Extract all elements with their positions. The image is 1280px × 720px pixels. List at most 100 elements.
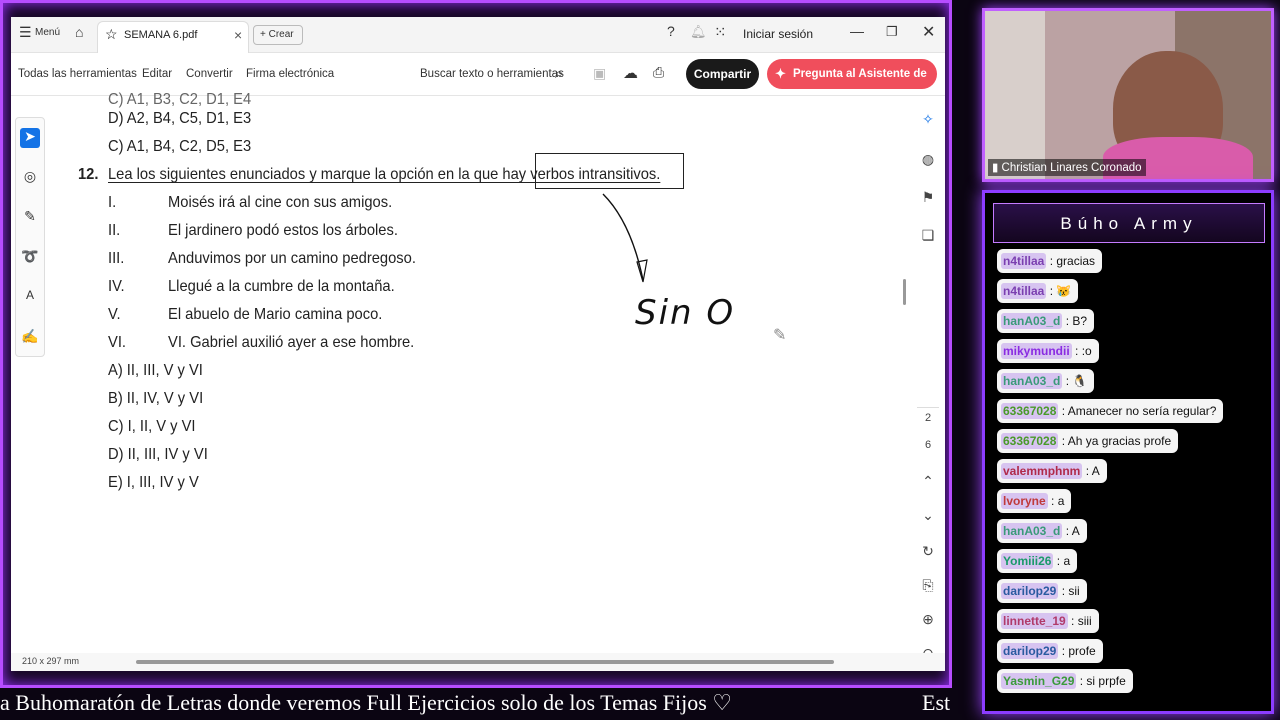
- page-size-label: 210 x 297 mm: [22, 656, 80, 666]
- title-bar: ☰ Menú ⌂ ☆ SEMANA 6.pdf × + Crear ? 🔔︎ ⁙…: [11, 17, 945, 53]
- pdf-viewer-window: ☰ Menú ⌂ ☆ SEMANA 6.pdf × + Crear ? 🔔︎ ⁙…: [11, 17, 945, 671]
- restore-icon[interactable]: ❐: [886, 24, 898, 40]
- hamburger-icon[interactable]: ☰: [19, 24, 32, 41]
- chat-message: Yomiii26 : a: [997, 549, 1078, 573]
- chat-message: darilop29 : profe: [997, 639, 1103, 663]
- chat-message: mikymundii : :o: [997, 339, 1099, 363]
- chat-text: profe: [1068, 644, 1096, 658]
- help-icon[interactable]: ?: [667, 23, 675, 39]
- chat-message: hanA03_d : 🐧: [997, 369, 1095, 393]
- background-wall: [985, 11, 1045, 179]
- prev-option-c: C) A1, B4, C2, D5, E3: [108, 138, 252, 155]
- search-icon[interactable]: ⌕: [555, 65, 563, 82]
- chat-username[interactable]: n4tillaa: [1001, 253, 1047, 269]
- chat-message: 63367028 : Amanecer no sería regular?: [997, 399, 1224, 423]
- pen-icon[interactable]: ✎: [20, 208, 40, 228]
- tab-semana6[interactable]: ☆ SEMANA 6.pdf ×: [97, 21, 249, 53]
- star-icon[interactable]: ☆: [105, 26, 118, 43]
- sign-icon[interactable]: ✍: [20, 328, 40, 348]
- comments-panel-icon[interactable]: ◍: [917, 151, 939, 173]
- statement-num: II.: [108, 222, 121, 239]
- pdf-window-frame: ☰ Menú ⌂ ☆ SEMANA 6.pdf × + Crear ? 🔔︎ ⁙…: [0, 0, 952, 688]
- page-current: 2: [917, 407, 939, 429]
- chat-text: gracias: [1056, 254, 1096, 268]
- chat-username[interactable]: 63367028: [1001, 403, 1059, 419]
- chat-username[interactable]: darilop29: [1001, 583, 1059, 599]
- toolbar: Todas las herramientas Editar Convertir …: [11, 54, 945, 110]
- answer-option: A) II, III, V y VI: [108, 362, 203, 379]
- chat-username[interactable]: hanA03_d: [1001, 523, 1063, 539]
- answer-option: B) II, IV, V y VI: [108, 390, 204, 407]
- rotate-icon[interactable]: ↻: [917, 543, 939, 565]
- chat-username[interactable]: Yasmin_G29: [1001, 673, 1077, 689]
- text-box-icon[interactable]: A: [20, 288, 40, 308]
- page-total: 6: [924, 439, 932, 451]
- statement-num: I.: [108, 194, 117, 211]
- chat-username[interactable]: 63367028: [1001, 433, 1059, 449]
- chevron-up-icon[interactable]: ⌃: [917, 473, 939, 495]
- ai-sparkle-icon: ✦: [775, 66, 786, 81]
- chat-username[interactable]: lvoryne: [1001, 493, 1048, 509]
- participant-name-tag: ▮ Christian Linares Coronado: [988, 159, 1146, 176]
- draw-lasso-icon[interactable]: ➰: [20, 248, 40, 268]
- chat-username[interactable]: Yomiii26: [1001, 553, 1054, 569]
- statement-num: V.: [108, 306, 121, 323]
- toolbar-esign[interactable]: Firma electrónica: [246, 68, 334, 80]
- search-tools-input[interactable]: Buscar texto o herramientas: [420, 68, 564, 80]
- chat-message: valemmphnm : A: [997, 459, 1107, 483]
- extract-icon[interactable]: ⎘: [917, 577, 939, 599]
- chat-message: darilop29 : sii: [997, 579, 1087, 603]
- chat-username[interactable]: mikymundii: [1001, 343, 1072, 359]
- signin-link[interactable]: Iniciar sesión: [743, 27, 813, 41]
- statement-num: III.: [108, 250, 125, 267]
- chat-text: 😿: [1056, 284, 1072, 298]
- ai-panel-icon[interactable]: ✧: [917, 111, 939, 133]
- chat-text: Amanecer no sería regular?: [1067, 404, 1217, 418]
- home-icon[interactable]: ⌂: [75, 24, 83, 40]
- print-icon[interactable]: ⎙: [653, 64, 664, 81]
- chevron-down-icon[interactable]: ⌄: [917, 507, 939, 529]
- chat-text: Ah ya gracias profe: [1067, 434, 1172, 448]
- chat-text: siii: [1077, 614, 1092, 628]
- select-cursor-icon[interactable]: ➤: [20, 128, 40, 148]
- chat-username[interactable]: valemmphnm: [1001, 463, 1083, 479]
- chat-username[interactable]: linnette_19: [1001, 613, 1068, 629]
- toolbar-all-tools[interactable]: Todas las herramientas: [18, 68, 137, 80]
- chat-username[interactable]: darilop29: [1001, 643, 1059, 659]
- comment-icon[interactable]: ◎: [20, 168, 40, 188]
- tab-title: SEMANA 6.pdf: [124, 29, 198, 41]
- tab-close-icon[interactable]: ×: [234, 27, 242, 43]
- chat-username[interactable]: n4tillaa: [1001, 283, 1047, 299]
- pen-cursor-icon: ✎: [773, 327, 787, 344]
- chat-text: 🐧: [1072, 374, 1088, 388]
- toolbar-convert[interactable]: Convertir: [186, 68, 233, 80]
- minimize-icon[interactable]: —: [850, 23, 864, 39]
- pages-icon[interactable]: ❏: [917, 227, 939, 249]
- create-button[interactable]: + Crear: [253, 25, 303, 45]
- chat-username[interactable]: hanA03_d: [1001, 373, 1063, 389]
- chat-text: a: [1057, 494, 1065, 508]
- close-window-icon[interactable]: ✕: [922, 22, 935, 42]
- statement-text: El abuelo de Mario camina poco.: [168, 306, 383, 323]
- statement-text: Anduvimos por un camino pedregoso.: [168, 250, 416, 267]
- statement-text: El jardinero podó estos los árboles.: [168, 222, 398, 239]
- chat-username[interactable]: hanA03_d: [1001, 313, 1063, 329]
- horizontal-scrollbar[interactable]: [136, 660, 834, 664]
- chat-text: B?: [1072, 314, 1088, 328]
- chat-text: sii: [1068, 584, 1080, 598]
- save-icon[interactable]: ▣: [593, 65, 606, 82]
- apps-grid-icon[interactable]: ⁙: [714, 23, 727, 41]
- menu-label[interactable]: Menú: [35, 27, 60, 38]
- bookmark-icon[interactable]: ⚑: [917, 189, 939, 211]
- upload-cloud-icon[interactable]: ☁: [623, 64, 638, 82]
- share-button[interactable]: Compartir: [686, 59, 759, 89]
- statement-num: IV.: [108, 278, 125, 295]
- ai-assistant-button[interactable]: ✦ Pregunta al Asistente de IA: [767, 59, 937, 110]
- toolbar-edit[interactable]: Editar: [142, 68, 172, 80]
- ticker-tail: Est: [922, 690, 951, 715]
- chat-message: Yasmin_G29 : si prpfe: [997, 669, 1133, 693]
- zoom-in-icon[interactable]: ⊕: [917, 611, 939, 633]
- right-tool-rail: ✧ ◍ ⚑ ❏ 2 6 ⌃ ⌄ ↻ ⎘ ⊕ ⊖: [911, 107, 945, 667]
- bell-icon[interactable]: 🔔︎: [690, 24, 707, 40]
- vertical-scrollbar[interactable]: [903, 279, 906, 305]
